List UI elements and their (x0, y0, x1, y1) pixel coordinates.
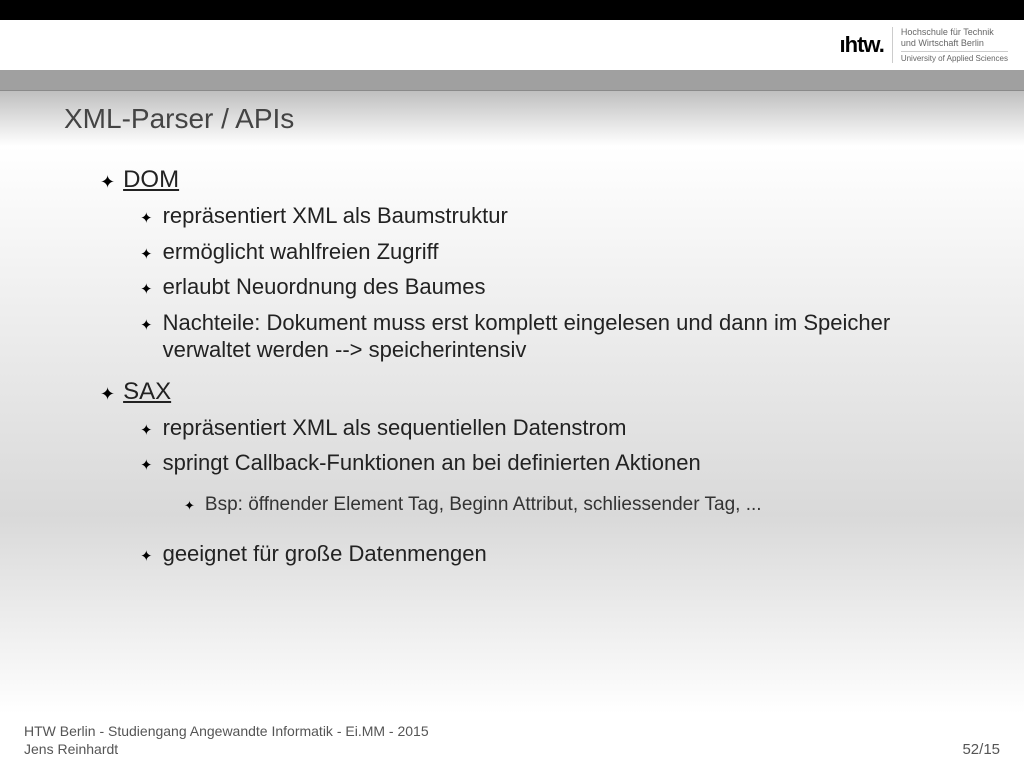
bullet-text: repräsentiert XML als Baumstruktur (163, 202, 508, 230)
section-heading-sax: SAX (123, 378, 171, 406)
diamond-bullet-icon: ✦ (140, 280, 153, 298)
logo-sub: University of Applied Sciences (901, 51, 1008, 64)
bullet-text: erlaubt Neuordnung des Baumes (163, 273, 486, 301)
diamond-bullet-icon: ✦ (140, 421, 153, 439)
diamond-bullet-icon: ✦ (184, 498, 195, 514)
logo-text: Hochschule für Technik und Wirtschaft Be… (892, 27, 1008, 63)
footer-line2: Jens Reinhardt (24, 741, 429, 759)
bullet-text: repräsentiert XML als sequentiellen Date… (163, 414, 627, 442)
gray-band (0, 70, 1024, 90)
bullet-text: springt Callback-Funktionen an bei defin… (163, 449, 701, 477)
diamond-bullet-icon: ✦ (140, 547, 153, 565)
bullet-text: geeignet für große Datenmengen (163, 540, 487, 568)
footer: HTW Berlin - Studiengang Angewandte Info… (0, 714, 1024, 768)
bullet-text: Nachteile: Dokument muss erst komplett e… (163, 309, 964, 364)
diamond-bullet-icon: ✦ (140, 316, 153, 334)
institution-logo: ıhtw. Hochschule für Technik und Wirtsch… (840, 27, 1008, 63)
slide-title: XML-Parser / APIs (64, 103, 294, 135)
logo-line1: Hochschule für Technik (901, 27, 1008, 38)
diamond-bullet-icon: ✦ (100, 384, 115, 405)
header: ıhtw. Hochschule für Technik und Wirtsch… (0, 20, 1024, 70)
content: ✦ DOM ✦ repräsentiert XML als Baumstruktu… (0, 146, 1024, 568)
sub-bullet-text: Bsp: öffnender Element Tag, Beginn Attri… (205, 493, 762, 517)
diamond-bullet-icon: ✦ (140, 245, 153, 263)
title-band: XML-Parser / APIs (0, 90, 1024, 146)
section-heading-dom: DOM (123, 166, 179, 194)
diamond-bullet-icon: ✦ (140, 456, 153, 474)
page-number: 52/15 (962, 741, 1000, 758)
diamond-bullet-icon: ✦ (140, 209, 153, 227)
top-black-bar (0, 0, 1024, 20)
bullet-text: ermöglicht wahlfreien Zugriff (163, 238, 439, 266)
footer-line1: HTW Berlin - Studiengang Angewandte Info… (24, 723, 429, 741)
logo-line2: und Wirtschaft Berlin (901, 38, 1008, 49)
logo-mark: ıhtw. (840, 32, 884, 58)
diamond-bullet-icon: ✦ (100, 172, 115, 193)
